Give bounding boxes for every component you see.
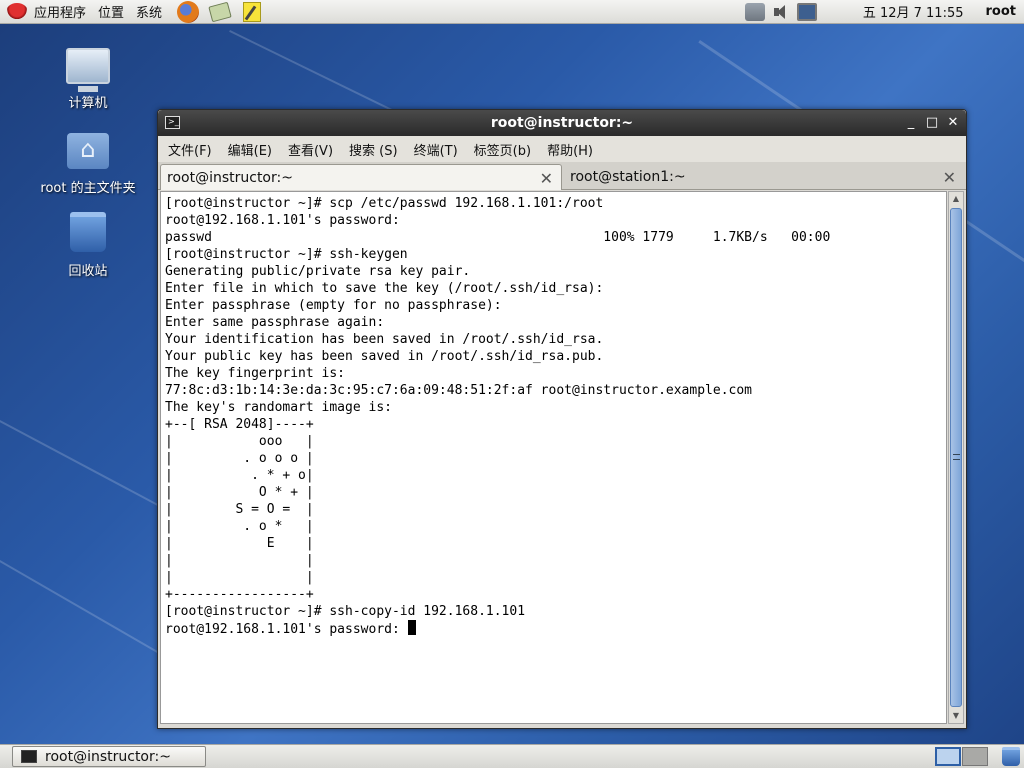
close-button[interactable]: ✕	[944, 114, 962, 132]
wallpaper-streak	[0, 560, 174, 662]
menu-places[interactable]: 位置	[92, 0, 130, 24]
window-titlebar[interactable]: >_ root@instructor:~ _ □ ✕	[158, 110, 966, 136]
menu-edit[interactable]: 编辑(E)	[222, 140, 278, 159]
menu-search[interactable]: 搜索 (S)	[343, 140, 404, 159]
terminal-line: | S = O = |	[165, 502, 314, 517]
notes-launcher[interactable]	[240, 1, 264, 23]
network-icon[interactable]	[744, 2, 765, 21]
bottom-panel: root@instructor:~	[0, 744, 1024, 768]
terminal-line: +-----------------+	[165, 587, 314, 602]
trash-icon	[70, 212, 106, 252]
text-cursor	[407, 620, 416, 635]
home-folder-icon	[67, 133, 109, 169]
clock[interactable]: 五 12月 7 11:55	[863, 2, 964, 21]
desktop-icon-label: 计算机	[68, 96, 108, 111]
computer-icon	[66, 48, 110, 92]
note-edit-icon	[243, 1, 262, 22]
top-panel: 应用程序 位置 系统 五 12月 7 11:55 root	[0, 0, 1024, 24]
desktop-icon-label: root 的主文件夹	[40, 181, 136, 196]
terminal-line: Enter passphrase (empty for no passphras…	[165, 298, 502, 313]
tab-close-icon[interactable]: ✕	[540, 169, 553, 188]
menu-help[interactable]: 帮助(H)	[541, 140, 599, 159]
terminal-line: | |	[165, 570, 314, 585]
terminal-line: [root@instructor ~]# scp /etc/passwd 192…	[165, 196, 604, 211]
grip-icon	[953, 454, 960, 460]
mail-launcher[interactable]	[208, 1, 232, 23]
terminal-text: [root@instructor ~]# scp /etc/passwd 192…	[165, 195, 830, 638]
terminal-output[interactable]: [root@instructor ~]# scp /etc/passwd 192…	[160, 191, 947, 724]
terminal-line: root@192.168.1.101's password:	[165, 213, 400, 228]
terminal-line: The key's randomart image is:	[165, 400, 392, 415]
desktop-icon-trash[interactable]: 回收站	[38, 212, 138, 279]
mail-icon	[208, 1, 232, 22]
scroll-down-icon[interactable]: ▼	[950, 709, 962, 723]
workspace-2[interactable]	[962, 747, 988, 766]
tab-label: root@instructor:~	[167, 169, 293, 186]
minimize-button[interactable]: _	[902, 114, 920, 132]
terminal-line: Your public key has been saved in /root/…	[165, 349, 604, 364]
firefox-icon	[177, 0, 200, 23]
terminal-line: [root@instructor ~]# ssh-copy-id 192.168…	[165, 604, 526, 619]
maximize-button[interactable]: □	[923, 114, 941, 132]
terminal-line: | O * + |	[165, 485, 314, 500]
desktop-icon-computer[interactable]: 计算机	[38, 48, 138, 111]
system-tray: 五 12月 7 11:55 root	[744, 0, 1024, 24]
terminal-line: passwd 100% 1779 1.7KB/s 00:00	[165, 230, 831, 245]
terminal-line: | ooo |	[165, 434, 314, 449]
window-title: root@instructor:~	[490, 115, 634, 131]
volume-icon[interactable]	[771, 3, 791, 21]
terminal-line: | |	[165, 553, 314, 568]
menu-system[interactable]: 系统	[130, 0, 168, 24]
redhat-logo-icon[interactable]	[6, 2, 28, 21]
terminal-line: Enter file in which to save the key (/ro…	[165, 281, 604, 296]
terminal-line: Your identification has been saved in /r…	[165, 332, 604, 347]
menu-applications[interactable]: 应用程序	[28, 0, 92, 24]
menu-view[interactable]: 查看(V)	[282, 140, 339, 159]
terminal-prompt-line: root@192.168.1.101's password:	[165, 620, 830, 638]
terminal-line: | . o * |	[165, 519, 314, 534]
terminal-line: +--[ RSA 2048]----+	[165, 417, 314, 432]
terminal-icon	[21, 750, 37, 763]
terminal-window: >_ root@instructor:~ _ □ ✕ 文件(F) 编辑(E) 查…	[157, 109, 967, 729]
workspace-1[interactable]	[935, 747, 961, 766]
firefox-launcher[interactable]	[176, 0, 200, 23]
desktop-icon-home[interactable]: root 的主文件夹	[38, 133, 138, 196]
display-icon[interactable]	[796, 2, 817, 21]
terminal-line: | . o o o |	[165, 451, 314, 466]
menu-tabs[interactable]: 标签页(b)	[468, 140, 537, 159]
scrollbar-thumb[interactable]	[950, 208, 962, 707]
menu-bar: 文件(F) 编辑(E) 查看(V) 搜索 (S) 终端(T) 标签页(b) 帮助…	[158, 136, 966, 162]
tab-station1[interactable]: root@station1:~ ✕	[564, 164, 964, 190]
desktop-icon-label: 回收站	[68, 264, 108, 279]
taskbar-label: root@instructor:~	[45, 748, 171, 765]
terminal-line: Enter same passphrase again:	[165, 315, 385, 330]
scroll-up-icon[interactable]: ▲	[950, 192, 962, 206]
tab-label: root@station1:~	[570, 169, 686, 185]
terminal-line: | . * + o|	[165, 468, 314, 483]
tab-close-icon[interactable]: ✕	[943, 168, 956, 187]
trash-icon[interactable]	[1002, 747, 1020, 766]
menu-terminal[interactable]: 终端(T)	[408, 140, 464, 159]
terminal-line: The key fingerprint is:	[165, 366, 346, 381]
user-menu[interactable]: root	[986, 4, 1017, 19]
terminal-line: Generating public/private rsa key pair.	[165, 264, 471, 279]
terminal-line: [root@instructor ~]# ssh-keygen	[165, 247, 408, 262]
prompt-text: root@192.168.1.101's password:	[165, 622, 408, 637]
vertical-scrollbar[interactable]: ▲ ▼	[948, 191, 964, 724]
taskbar-button[interactable]: root@instructor:~	[12, 746, 206, 767]
menu-file[interactable]: 文件(F)	[162, 140, 218, 159]
terminal-line: | E |	[165, 536, 314, 551]
tab-instructor[interactable]: root@instructor:~ ✕	[160, 164, 562, 190]
tab-bar: root@instructor:~ ✕ root@station1:~ ✕	[158, 162, 966, 190]
terminal-line: 77:8c:d3:1b:14:3e:da:3c:95:c7:6a:09:48:5…	[165, 383, 752, 398]
